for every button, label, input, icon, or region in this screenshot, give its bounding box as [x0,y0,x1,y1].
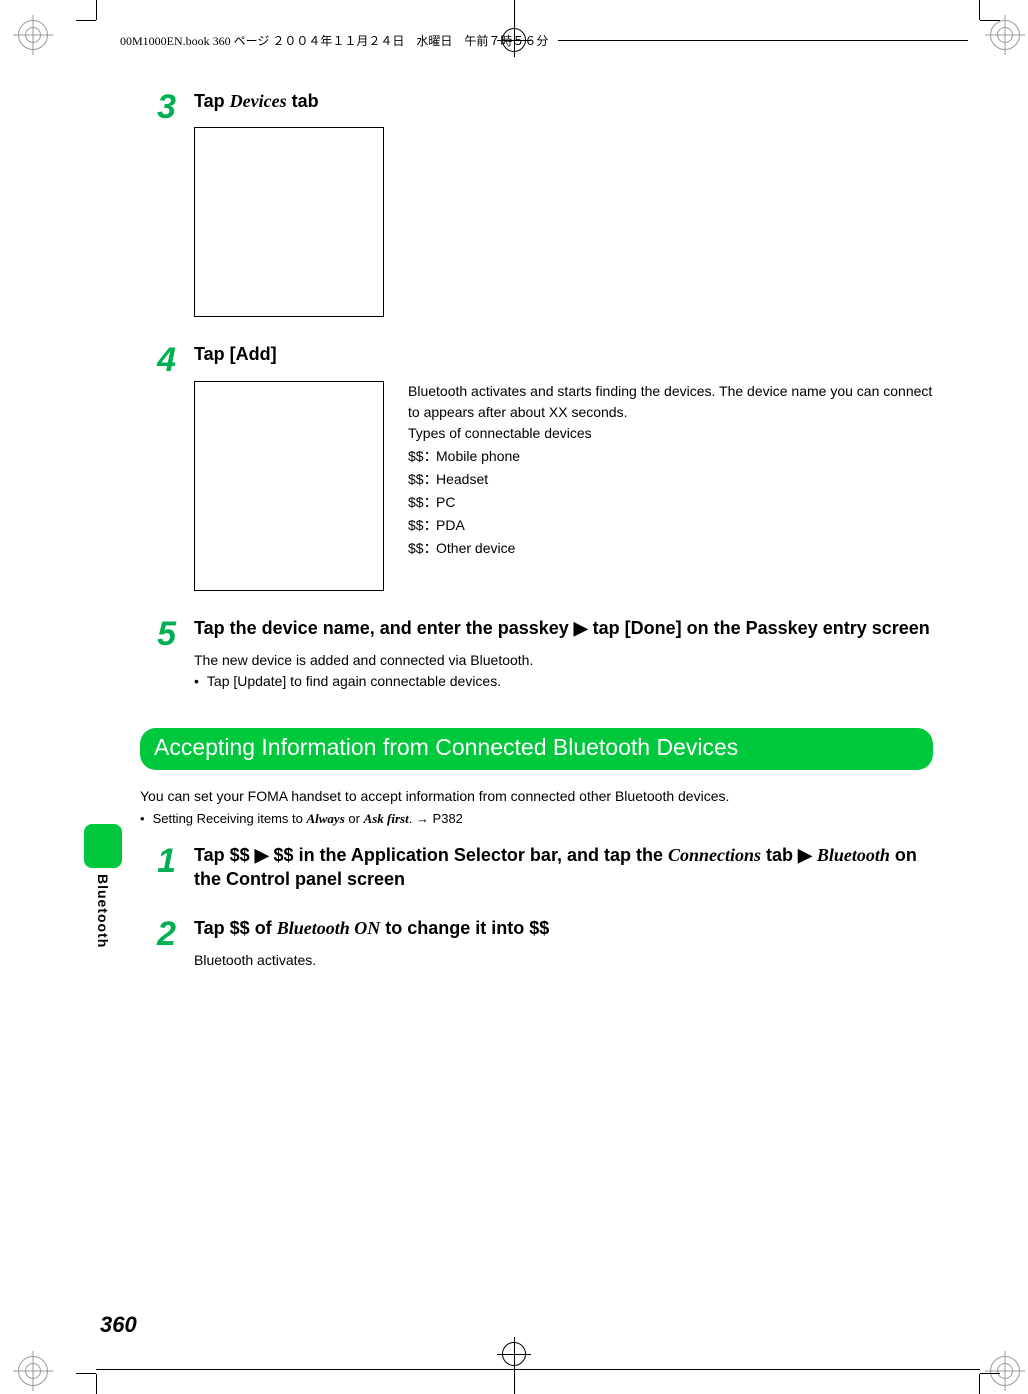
step-number: 4 [140,343,176,590]
page-number: 360 [100,1312,137,1338]
device-type-line: $$：Other device [408,538,933,559]
step-number: 2 [140,917,176,971]
section-heading: Accepting Information from Connected Blu… [140,728,933,770]
running-head-text: 00M1000EN.book 360 ページ ２００４年１１月２４日 水曜日 午… [120,32,548,49]
step-b2-subtext: Bluetooth activates. [194,950,933,971]
step-4: 4 Tap [Add] Bluetooth activates and star… [140,343,933,590]
side-tab-label: Bluetooth [95,874,111,948]
device-type-line: $$：PC [408,492,933,513]
step-4-title: Tap [Add] [194,343,933,366]
step-b2-title: Tap $$ of Bluetooth ON to change it into… [194,917,933,940]
crop-mark-bottom-center [502,1342,526,1394]
step-3: 3 Tap Devices tab [140,90,933,317]
step-b2: 2 Tap $$ of Bluetooth ON to change it in… [140,917,933,971]
section-intro: You can set your FOMA handset to accept … [140,786,933,829]
step-5-title: Tap the device name, and enter the passk… [194,617,933,640]
step-b1-title: Tap $$ ▶ $$ in the Application Selector … [194,844,933,891]
step-3-title: Tap Devices tab [194,90,933,113]
running-head: 00M1000EN.book 360 ページ ２００４年１１月２４日 水曜日 午… [120,32,968,49]
side-tab-marker [84,824,122,868]
step-b1: 1 Tap $$ ▶ $$ in the Application Selecto… [140,844,933,891]
step-number: 1 [140,844,176,891]
device-type-line: $$：Headset [408,469,933,490]
step-number: 3 [140,90,176,317]
device-type-line: $$：PDA [408,515,933,536]
side-tab: Bluetooth [84,824,122,948]
device-type-line: $$：Mobile phone [408,446,933,467]
step-4-description: Bluetooth activates and starts finding t… [408,381,933,559]
step-5: 5 Tap the device name, and enter the pas… [140,617,933,692]
running-foot-line [96,1369,980,1370]
page-content: 3 Tap Devices tab 4 Tap [Add] Bluetooth … [140,90,933,997]
step-number: 5 [140,617,176,692]
step-4-screenshot-placeholder [194,381,384,591]
step-5-subtext: The new device is added and connected vi… [194,650,933,692]
step-3-screenshot-placeholder [194,127,384,317]
